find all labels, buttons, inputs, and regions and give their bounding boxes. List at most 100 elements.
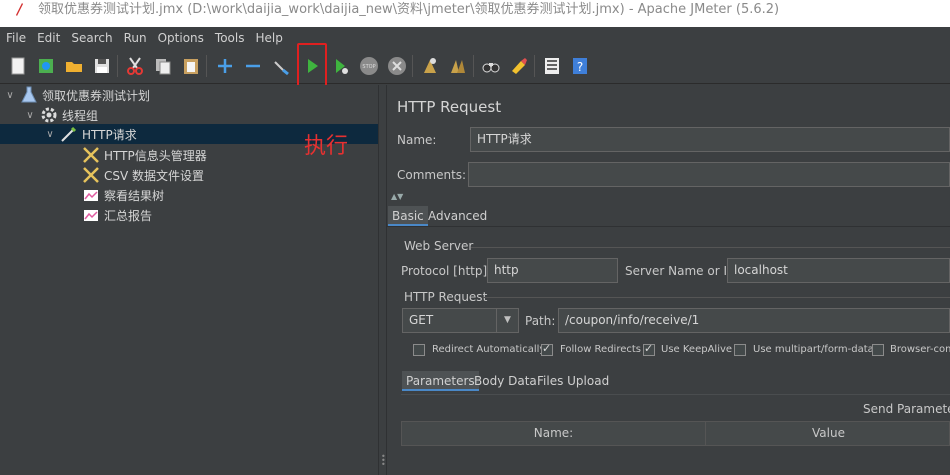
window-title-bar: 领取优惠券测试计划.jmx (D:\work\daijia_work\daiji… — [0, 0, 950, 27]
tree-item-label: 领取优惠券测试计划 — [42, 88, 151, 103]
toggle-icon[interactable] — [271, 56, 291, 76]
tree-item-view-results-tree[interactable]: 察看结果树 — [0, 185, 378, 205]
save-icon[interactable] — [92, 56, 112, 76]
group-divider — [471, 247, 950, 248]
method-select[interactable]: GET ▼ — [402, 308, 519, 333]
tree-item-label: 察看结果树 — [104, 188, 165, 203]
split-pane-divider[interactable] — [378, 85, 387, 475]
menu-options[interactable]: Options — [158, 31, 204, 45]
expand-icon[interactable] — [215, 56, 235, 76]
tab-advanced[interactable]: Advanced — [424, 206, 491, 226]
tree-item-test-plan[interactable]: ∨ 领取优惠券测试计划 — [0, 85, 378, 105]
toolbar-separator — [206, 55, 207, 77]
server-label: Server Name or IP: — [625, 264, 739, 278]
menu-edit[interactable]: Edit — [37, 31, 60, 45]
protocol-label: Protocol [http]: — [401, 264, 492, 278]
use-keepalive-checkbox[interactable] — [643, 342, 655, 356]
collapse-icon[interactable] — [243, 56, 263, 76]
tab-basic[interactable]: Basic — [388, 206, 428, 226]
config-tool-icon — [82, 146, 100, 164]
window-title: 领取优惠券测试计划.jmx (D:\work\daijia_work\daiji… — [38, 2, 780, 17]
http-request-panel: HTTP Request Name: HTTP请求 Comments: ▲▼ B… — [387, 85, 950, 475]
listener-chart-icon — [82, 186, 100, 204]
chevron-down-icon[interactable]: ▼ — [496, 309, 518, 332]
group-divider — [483, 297, 950, 298]
tree-item-label: 汇总报告 — [104, 208, 153, 223]
menu-help[interactable]: Help — [255, 31, 282, 45]
tab-parameters[interactable]: Parameters — [402, 371, 479, 391]
splitter-grip[interactable]: • • • — [381, 453, 386, 469]
tab-files-upload[interactable]: Files Upload — [533, 371, 613, 391]
new-icon[interactable] — [8, 56, 28, 76]
tree-item-label: 线程组 — [62, 108, 99, 123]
toolbar-separator — [534, 55, 535, 77]
path-field[interactable]: /coupon/info/receive/1 — [558, 308, 950, 333]
use-multipart-checkbox[interactable] — [734, 344, 746, 356]
function-helper-icon[interactable] — [542, 56, 562, 76]
help-icon[interactable]: ? — [570, 56, 590, 76]
panel-title: HTTP Request — [397, 98, 502, 116]
menu-file[interactable]: File — [6, 31, 26, 45]
tree-item-label: CSV 数据文件设置 — [104, 168, 205, 183]
execute-annotation: 执行 — [304, 134, 349, 159]
svg-text:STOP: STOP — [362, 64, 375, 70]
name-label: Name: — [397, 133, 437, 147]
follow-redirects-checkbox[interactable] — [541, 342, 553, 356]
cut-icon[interactable] — [125, 56, 145, 76]
toolbar: STOP ? — [0, 49, 950, 84]
column-header-name[interactable]: Name: — [402, 422, 706, 445]
protocol-field[interactable]: http — [487, 258, 618, 283]
open-icon[interactable] — [64, 56, 84, 76]
menu-run[interactable]: Run — [124, 31, 147, 45]
tree-item-thread-group[interactable]: ∨ 线程组 — [0, 105, 378, 125]
tree-item-csv-data-set[interactable]: CSV 数据文件设置 — [0, 165, 378, 185]
column-header-value[interactable]: Value — [706, 422, 950, 445]
checkbox-label: Follow Redirects — [560, 344, 641, 355]
copy-icon[interactable] — [153, 56, 173, 76]
clear-icon[interactable] — [420, 56, 440, 76]
comments-label: Comments: — [397, 168, 467, 182]
tab-body-data[interactable]: Body Data — [470, 371, 541, 391]
menu-bar: File Edit Search Run Options Tools Help — [0, 27, 950, 49]
method-value: GET — [409, 313, 434, 327]
stop-icon[interactable]: STOP — [359, 56, 379, 76]
checkbox-label: Browser-comp — [890, 344, 950, 355]
shutdown-icon[interactable] — [387, 56, 407, 76]
tree-item-label: HTTP请求 — [82, 127, 137, 142]
clear-all-icon[interactable] — [448, 56, 468, 76]
tree-item-summary-report[interactable]: 汇总报告 — [0, 205, 378, 225]
toolbar-separator — [117, 55, 118, 77]
menu-search[interactable]: Search — [71, 31, 112, 45]
comments-field[interactable] — [468, 162, 950, 187]
web-server-group-label: Web Server — [404, 239, 474, 253]
chevron-down-icon[interactable]: ∨ — [4, 90, 16, 101]
checkbox-label: Use multipart/form-data — [753, 344, 874, 355]
send-parameters-label: Send Parameters — [863, 402, 950, 416]
http-request-group-label: HTTP Request — [404, 290, 488, 304]
name-field[interactable]: HTTP请求 — [470, 127, 950, 152]
listener-chart-icon — [82, 206, 100, 224]
templates-icon[interactable] — [36, 56, 56, 76]
start-no-pauses-icon[interactable] — [331, 56, 351, 76]
collapse-arrows-icon[interactable]: ▲▼ — [391, 192, 403, 201]
config-tool-icon — [82, 166, 100, 184]
browser-compatible-checkbox[interactable] — [872, 344, 884, 356]
jmeter-feather-icon — [16, 3, 23, 16]
checkbox-label: Redirect Automatically — [432, 344, 546, 355]
start-button-highlight — [297, 43, 327, 91]
checkbox-label: Use KeepAlive — [661, 344, 733, 355]
path-label: Path: — [525, 314, 556, 328]
paste-icon[interactable] — [181, 56, 201, 76]
basic-advanced-tabs: Basic Advanced — [387, 203, 950, 227]
reset-search-icon[interactable] — [509, 56, 529, 76]
redirect-automatically-checkbox[interactable] — [413, 344, 425, 356]
menu-tools[interactable]: Tools — [215, 31, 245, 45]
server-field[interactable]: localhost — [727, 258, 950, 283]
chevron-down-icon[interactable]: ∨ — [24, 110, 36, 121]
toolbar-separator — [473, 55, 474, 77]
chevron-down-icon[interactable]: ∨ — [44, 129, 56, 140]
search-icon[interactable] — [481, 56, 501, 76]
toolbar-separator — [412, 55, 413, 77]
tree-item-label: HTTP信息头管理器 — [104, 148, 207, 163]
subtab-divider — [401, 394, 950, 395]
